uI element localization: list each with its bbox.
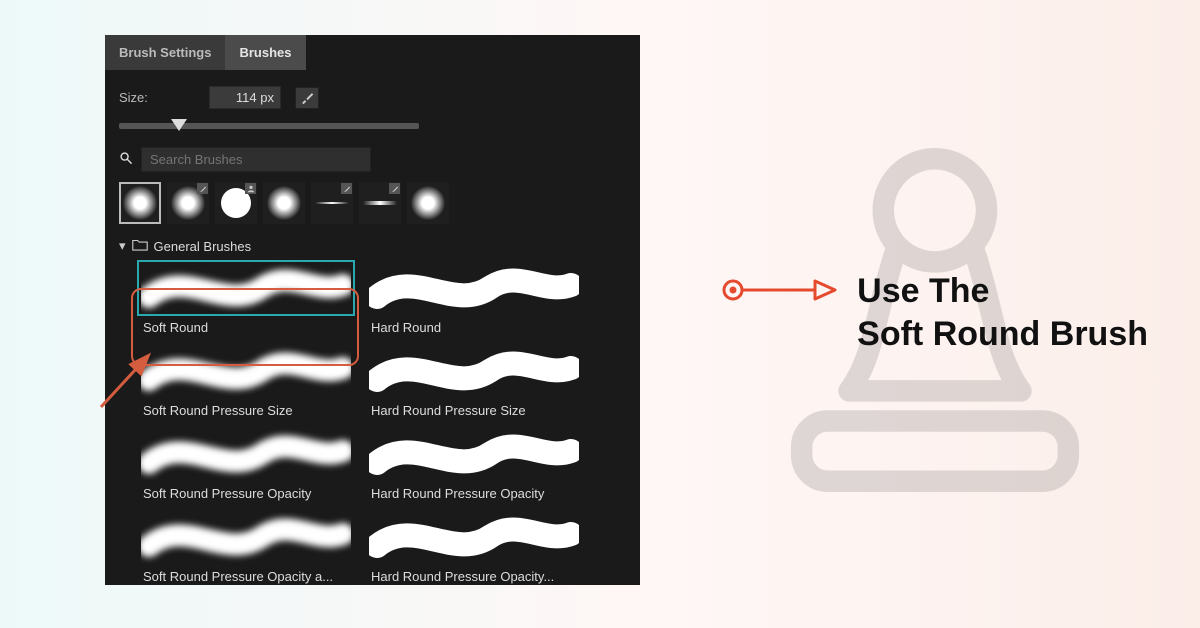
brush-preset-label: Hard Round Pressure Size (365, 399, 583, 420)
brush-icon (300, 91, 314, 105)
search-input[interactable] (141, 147, 371, 172)
recent-brush-thumb[interactable] (167, 182, 209, 224)
size-slider[interactable] (119, 123, 419, 129)
pencil-icon (341, 183, 352, 194)
recent-brush-thumb[interactable] (119, 182, 161, 224)
brush-preset[interactable]: Soft Round (137, 260, 355, 337)
brush-preset-label: Soft Round Pressure Opacity (137, 482, 355, 503)
brush-preset-label: Soft Round (137, 316, 355, 337)
recent-brush-thumb[interactable] (263, 182, 305, 224)
brush-preset-label: Hard Round Pressure Opacity... (365, 565, 583, 586)
brush-preset-label: Soft Round Pressure Size (137, 399, 355, 420)
size-slider-handle[interactable] (171, 119, 187, 131)
brush-preset[interactable]: Soft Round Pressure Size (137, 343, 355, 420)
instruction-line-2: Soft Round Brush (857, 313, 1148, 356)
recent-brushes-row (119, 182, 626, 224)
recent-brush-thumb[interactable] (215, 182, 257, 224)
brush-preset[interactable]: Hard Round Pressure Size (365, 343, 583, 420)
brush-stroke-preview (365, 260, 583, 316)
brush-preset[interactable]: Hard Round Pressure Opacity (365, 426, 583, 503)
pencil-icon (389, 183, 400, 194)
brush-stroke-preview (365, 343, 583, 399)
brush-preset[interactable]: Soft Round Pressure Opacity (137, 426, 355, 503)
brush-stroke-preview (137, 509, 355, 565)
size-value-field[interactable]: 114 px (209, 86, 281, 109)
brush-preset[interactable]: Soft Round Pressure Opacity a... (137, 509, 355, 586)
brush-preset-label: Soft Round Pressure Opacity a... (137, 565, 355, 586)
brushes-panel: Brush Settings Brushes Size: 114 px (105, 35, 640, 585)
tab-brush-settings[interactable]: Brush Settings (105, 35, 225, 70)
instruction-line-1: Use The (857, 270, 1148, 313)
brush-preset[interactable]: Hard Round Pressure Opacity... (365, 509, 583, 586)
folder-icon (132, 238, 148, 254)
brush-stroke-preview (365, 509, 583, 565)
recent-brush-thumb[interactable] (359, 182, 401, 224)
brush-preview-toggle-button[interactable] (295, 87, 319, 109)
person-icon (245, 183, 256, 194)
brush-stroke-preview (137, 260, 355, 316)
instruction-callout: Use The Soft Round Brush (719, 270, 1148, 355)
pointer-arrow-icon (719, 270, 839, 310)
tab-brushes[interactable]: Brushes (225, 35, 305, 70)
pencil-icon (197, 183, 208, 194)
panel-tabs: Brush Settings Brushes (105, 35, 640, 70)
recent-brush-thumb[interactable] (311, 182, 353, 224)
brush-preset-label: Hard Round Pressure Opacity (365, 482, 583, 503)
recent-brush-thumb[interactable] (407, 182, 449, 224)
brush-stroke-preview (137, 426, 355, 482)
brush-group-name: General Brushes (154, 239, 252, 254)
brush-grid: Soft Round Hard Round Soft Round Pressure … (137, 260, 626, 586)
brush-stroke-preview (365, 426, 583, 482)
brush-preset-label: Hard Round (365, 316, 583, 337)
brush-stroke-preview (137, 343, 355, 399)
brush-group-header[interactable]: ▾ General Brushes (119, 238, 626, 254)
search-icon (119, 151, 133, 168)
chevron-down-icon: ▾ (119, 238, 126, 254)
size-label: Size: (119, 90, 209, 105)
brush-preset[interactable]: Hard Round (365, 260, 583, 337)
